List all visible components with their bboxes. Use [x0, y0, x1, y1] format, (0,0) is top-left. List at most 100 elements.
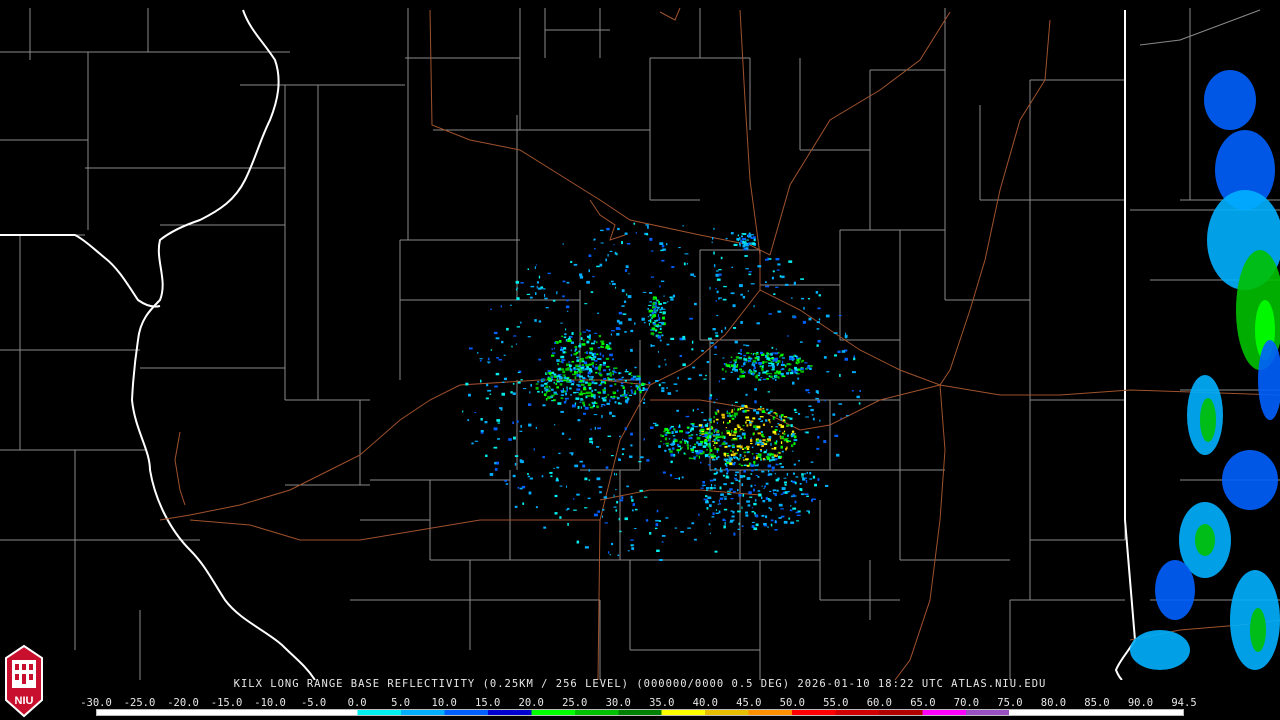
echo-pixel [579, 460, 583, 463]
echo-pixel [474, 440, 479, 442]
echo-pixel [679, 354, 682, 357]
echo-pixel [743, 362, 746, 366]
echo-pixel [560, 322, 563, 324]
echo-pixel [655, 380, 659, 382]
echo-pixel [613, 506, 617, 508]
echo-pixel [557, 363, 559, 366]
echo-pixel [784, 481, 787, 484]
echo-pixel [619, 530, 622, 533]
echo-pixel [565, 399, 567, 401]
echo-pixel [803, 306, 805, 310]
echo-pixel [713, 444, 715, 446]
echo-pixel [748, 371, 751, 374]
echo-pixel [793, 435, 797, 439]
echo-pixel [799, 341, 803, 343]
echo-pixel [742, 425, 745, 427]
echo-pixel [580, 406, 582, 409]
echo-pixel [559, 361, 562, 363]
echo-pixel [726, 412, 729, 414]
echo-pixel [584, 546, 589, 549]
echo-pixel [658, 383, 661, 387]
echo-pixel [535, 426, 537, 429]
echo-pixel [851, 390, 854, 392]
echo-pixel [781, 450, 784, 453]
echo-pixel [773, 412, 777, 414]
echo-pixel [693, 456, 697, 458]
echo-pixel [698, 455, 700, 459]
echo-pixel [631, 547, 635, 550]
echo-pixel [669, 296, 673, 298]
echo-pixel [479, 360, 482, 362]
echo-pixel [711, 516, 715, 518]
echo-pixel [607, 394, 610, 396]
echo-pixel [661, 280, 665, 282]
echo-pixel [739, 430, 741, 432]
echo-pixel [590, 393, 594, 397]
echo-pixel [587, 382, 592, 385]
echo-pixel [653, 323, 657, 325]
echo-pixel [723, 496, 727, 498]
echo-pixel [552, 299, 556, 302]
echo-pixel [742, 457, 744, 459]
echo-pixel [745, 514, 749, 517]
echo-pixel [757, 476, 760, 478]
echo-pixel [809, 478, 813, 480]
echo-pixel [573, 263, 578, 266]
echo-pixel [690, 273, 694, 276]
echo-pixel [628, 394, 632, 396]
echo-pixel [536, 281, 539, 284]
echo-pixel [596, 405, 599, 409]
echo-pixel [592, 276, 595, 278]
echo-pixel [780, 508, 784, 510]
echo-pixel [758, 493, 762, 497]
echo-pixel [808, 317, 812, 321]
echo-pixel [758, 372, 761, 375]
echo-pixel [479, 358, 483, 360]
scale-label: 50.0 [779, 697, 805, 709]
echo-pixel [510, 391, 513, 394]
echo-pixel [614, 251, 617, 255]
echo-pixel [688, 431, 690, 433]
echo-pixel [729, 414, 731, 417]
echo-pixel [602, 391, 606, 394]
scale-label: -10.0 [254, 697, 286, 709]
echo-pixel [580, 398, 583, 400]
echo-pixel [624, 380, 627, 382]
echo-pixel [508, 438, 512, 441]
echo-pixel [560, 355, 565, 359]
echo-pixel [689, 445, 692, 447]
echo-pixel [535, 386, 539, 390]
echo-pixel [630, 389, 633, 392]
echo-pixel [733, 430, 738, 433]
echo-pixel [760, 431, 763, 433]
echo-pixel [665, 442, 670, 445]
echo-pixel [678, 424, 681, 428]
echo-pixel [769, 459, 773, 462]
echo-pixel [530, 383, 532, 387]
echo-pixel [714, 332, 718, 334]
echo-pixel [639, 489, 643, 492]
echo-pixel [712, 237, 714, 240]
echo-pixel [587, 371, 591, 375]
logo-text: NIU [15, 695, 34, 707]
scale-label: 0.0 [347, 697, 367, 709]
echo-pixel [704, 434, 708, 437]
echo-pixel [684, 253, 689, 255]
echo-pixel [725, 237, 728, 240]
echo-pixel [660, 434, 662, 437]
echo-pixel [839, 374, 841, 377]
echo-pixel [553, 391, 557, 394]
echo-pixel [480, 379, 482, 383]
echo-pixel [661, 389, 665, 393]
echo-pixel [755, 428, 759, 430]
echo-pixel [662, 248, 666, 251]
echo-pixel [512, 474, 516, 478]
echo-pixel [715, 512, 719, 514]
echo-pixel [792, 359, 794, 361]
echo-pixel [736, 502, 741, 505]
echo-pixel [676, 449, 681, 452]
echo-pixel [533, 448, 535, 451]
echo-pixel [503, 377, 507, 381]
echo-pixel [745, 247, 749, 250]
scale-label: 40.0 [692, 697, 718, 709]
